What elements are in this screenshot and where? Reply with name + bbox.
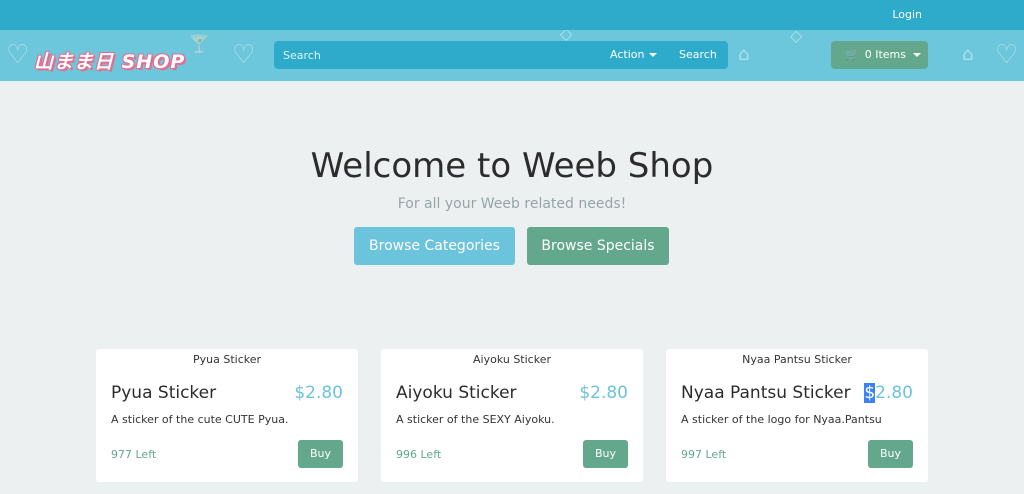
shop-logo[interactable]: 山まま日 SHOP (34, 47, 185, 74)
product-description: A sticker of the SEXY Aiyoku. (396, 413, 555, 426)
cart-button[interactable]: 🛒 0 Items (831, 41, 928, 69)
product-stock: 997 Left (681, 448, 727, 461)
cocktail-doodle-icon: 🍸 (188, 34, 211, 55)
search-input[interactable] (274, 41, 594, 69)
product-stock: 977 Left (111, 448, 157, 461)
browse-specials-button[interactable]: Browse Specials (527, 227, 669, 265)
cart-icon: 🛒 (845, 48, 859, 61)
search-group: Action Search (274, 41, 728, 69)
action-label: Action (610, 48, 645, 61)
search-button[interactable]: Search (679, 48, 717, 61)
product-stock: 996 Left (396, 448, 442, 461)
product-card-header: Nyaa Pantsu Sticker (742, 353, 852, 366)
product-price: $2.80 (864, 383, 913, 403)
teapot-doodle-icon: ⌂ (738, 44, 750, 65)
product-price: $2.80 (579, 383, 628, 403)
header-bar: ♡ 🍸 ♡ ⌂ ♡ ⌂ ◇ ◇ 山まま日 SHOP Action Search … (0, 30, 1024, 81)
product-card: Pyua Sticker Pyua Sticker $2.80 A sticke… (96, 349, 358, 482)
heart-doodle-icon: ♡ (6, 40, 30, 70)
product-description: A sticker of the cute CUTE Pyua. (111, 413, 289, 426)
buy-button[interactable]: Buy (583, 440, 628, 468)
buy-button[interactable]: Buy (298, 440, 343, 468)
product-card: Aiyoku Sticker Aiyoku Sticker $2.80 A st… (381, 349, 643, 482)
buy-button[interactable]: Buy (868, 440, 913, 468)
product-price: $2.80 (294, 383, 343, 403)
login-link[interactable]: Login (892, 8, 922, 21)
heart-doodle-icon: ♡ (995, 40, 1019, 70)
product-description: A sticker of the logo for Nyaa.Pantsu (681, 413, 882, 426)
browse-categories-button[interactable]: Browse Categories (354, 227, 515, 265)
page-title: Welcome to Weeb Shop (310, 146, 714, 186)
drink-doodle-icon: ◇ (790, 30, 803, 45)
heart-doodle-icon: ♡ (232, 40, 256, 70)
product-card-header: Pyua Sticker (192, 353, 262, 366)
page-subtitle: For all your Weeb related needs! (397, 196, 627, 212)
price-symbol-selected: $ (864, 383, 876, 403)
product-name: Pyua Sticker (111, 383, 217, 403)
product-name: Aiyoku Sticker (396, 383, 517, 403)
top-bar: Login (0, 0, 1024, 30)
price-number: 2.80 (875, 383, 913, 403)
action-dropdown-button[interactable]: Action (610, 48, 658, 61)
teapot-doodle-icon: ⌂ (962, 44, 974, 65)
cart-label: 0 Items (864, 48, 906, 61)
product-name: Nyaa Pantsu Sticker (681, 383, 851, 403)
caret-down-icon (649, 53, 658, 57)
product-card-header: Aiyoku Sticker (473, 353, 551, 366)
caret-down-icon (912, 53, 921, 57)
product-card: Nyaa Pantsu Sticker Nyaa Pantsu Sticker … (666, 349, 928, 482)
